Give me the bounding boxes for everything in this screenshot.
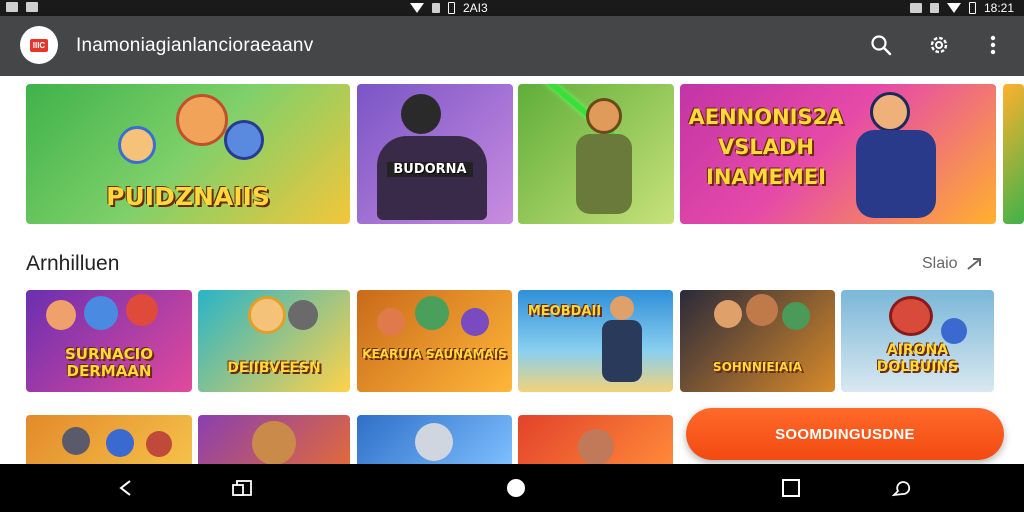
character-art: [941, 318, 967, 344]
featured-card-title: PUIDZNAIIS: [106, 182, 270, 211]
game-card[interactable]: SOHNNIEIAIA: [680, 290, 835, 392]
character-art: [870, 92, 910, 132]
character-art: [84, 296, 118, 330]
character-art: [586, 98, 622, 134]
character-art: [889, 296, 933, 336]
character-art: [288, 300, 318, 330]
character-art: [146, 431, 172, 457]
sim-card-icon: [929, 3, 939, 13]
recents-icon[interactable]: [230, 476, 254, 500]
game-card-title: DEIIBVEESN: [227, 360, 321, 376]
character-art: [461, 308, 489, 336]
character-art: [856, 130, 936, 218]
app-bar: IIIC Inamoniagianlancioraeaanv: [0, 16, 1024, 76]
character-art: [106, 429, 134, 457]
signal-icon: [946, 3, 961, 13]
back-icon[interactable]: [114, 476, 138, 500]
game-card[interactable]: [198, 415, 350, 464]
game-card-title: MEOBDAII: [527, 304, 602, 319]
gallery-notification-icon: [6, 2, 18, 12]
featured-card[interactable]: [518, 84, 674, 224]
character-art: [401, 94, 441, 134]
featured-card-title: BUDORNA: [387, 162, 473, 177]
content-area[interactable]: PUIDZNAIIS BUDORNA AENNONIS2A VSLADH INA…: [0, 76, 1024, 464]
battery-icon: [968, 2, 976, 14]
character-art: [248, 296, 286, 334]
install-button[interactable]: SOOMDINGUSDNE: [686, 408, 1004, 460]
see-all-link[interactable]: Slaio: [922, 255, 982, 273]
character-art: [377, 308, 405, 336]
character-art: [782, 302, 810, 330]
more-vert-icon[interactable]: [978, 30, 1008, 60]
battery-icon: [448, 2, 455, 14]
see-all-label: Slaio: [922, 255, 958, 272]
character-art: [118, 126, 156, 164]
game-card[interactable]: DEIIBVEESN: [198, 290, 350, 392]
sim-icon: [432, 3, 440, 13]
game-card[interactable]: [26, 415, 192, 464]
character-art: [602, 320, 642, 382]
character-art: [714, 300, 742, 328]
navigation-bar: [0, 464, 1024, 512]
character-art: [576, 134, 632, 214]
character-art: [610, 296, 634, 320]
home-icon[interactable]: [504, 476, 528, 500]
game-card[interactable]: [357, 415, 512, 464]
character-art: [224, 120, 264, 160]
status-bar: 2AI3 18:21: [0, 0, 1024, 16]
character-art: [62, 427, 90, 455]
overview-icon[interactable]: [779, 476, 803, 500]
section-title: Arnhilluen: [26, 252, 120, 275]
featured-card[interactable]: BUDORNA: [357, 84, 513, 224]
game-card-title: SOHNNIEIAIA: [712, 360, 803, 374]
character-art: [252, 421, 296, 464]
character-art: [415, 296, 449, 330]
app-logo-text: IIIC: [29, 38, 49, 52]
character-art: [746, 294, 778, 326]
game-card-title: KEARUIA SAUNAMAIS: [362, 347, 507, 361]
wifi-icon: [410, 3, 424, 13]
character-art: [46, 300, 76, 330]
settings-icon[interactable]: [924, 30, 954, 60]
game-card[interactable]: AIRONA DOLBUINS: [841, 290, 994, 392]
character-art: [578, 429, 614, 464]
character-art: [377, 136, 487, 220]
character-art: [415, 423, 453, 461]
search-icon[interactable]: [866, 30, 896, 60]
featured-card[interactable]: AENNONIS2A VSLADH INAMEMEI: [680, 84, 996, 224]
game-card[interactable]: [518, 415, 673, 464]
app-title: Inamoniagianlancioraeaanv: [76, 35, 314, 56]
game-card[interactable]: KEARUIA SAUNAMAIS: [357, 290, 512, 392]
game-card-title: AIRONA DOLBUINS: [876, 342, 959, 375]
status-time-right: 18:21: [983, 1, 1014, 15]
featured-card-title: AENNONIS2A VSLADH INAMEMEI: [688, 105, 844, 189]
featured-card[interactable]: PUIDZNAIIS: [26, 84, 350, 224]
game-card-title: SURNACIO DERMAAN: [64, 345, 154, 380]
game-card[interactable]: MEOBDAII: [518, 290, 673, 392]
character-art: [176, 94, 228, 146]
image-notification-icon: [26, 2, 38, 12]
app-logo[interactable]: IIIC: [20, 26, 58, 64]
status-time-center: 2AI3: [463, 1, 488, 15]
arrow-icon: [966, 258, 981, 270]
assistant-icon[interactable]: [890, 476, 914, 500]
alarm-icon: [909, 3, 922, 13]
game-card[interactable]: SURNACIO DERMAAN: [26, 290, 192, 392]
featured-card-peek[interactable]: [1003, 84, 1024, 224]
character-art: [126, 294, 158, 326]
